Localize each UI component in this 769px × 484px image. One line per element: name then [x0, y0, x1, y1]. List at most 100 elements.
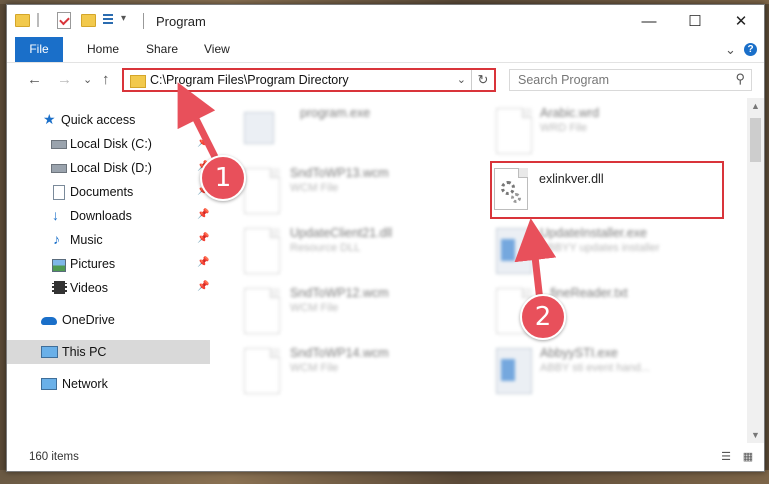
file-name: UpdateClient21.dll [290, 226, 393, 240]
nav-item-music[interactable]: ♪ Music 📌 [7, 228, 210, 252]
nav-item-label: Local Disk (D:) [70, 161, 152, 175]
minimize-button[interactable]: — [626, 5, 672, 37]
file-icon [244, 348, 280, 394]
search-placeholder: Search Program [518, 73, 610, 87]
status-bar: 160 items ☰ ▦ [7, 443, 764, 471]
scroll-up-icon[interactable]: ▲ [747, 98, 764, 114]
address-path[interactable]: C:\Program Files\Program Directory [150, 73, 349, 87]
folder-icon [15, 14, 30, 27]
help-icon[interactable]: ? [744, 43, 757, 56]
nav-item-local-disk-d[interactable]: Local Disk (D:) 📌 [7, 156, 210, 180]
title-separator [143, 13, 144, 29]
file-type: WRD File [540, 122, 588, 134]
tab-file[interactable]: File [15, 37, 63, 62]
nav-item-network[interactable]: Network [7, 372, 210, 396]
download-icon: ↓ [52, 207, 59, 223]
folder-icon [130, 75, 146, 88]
navigation-pane: ★ Quick access Local Disk (C:) 📌 Local D… [7, 98, 210, 443]
file-name: exlinkver.dll [539, 172, 604, 186]
pin-icon[interactable]: 📌 [197, 209, 209, 220]
drive-icon [51, 164, 67, 173]
details-view-icon[interactable]: ☰ [719, 451, 733, 463]
file-item[interactable]: SndToWP13.wcm WCM File [232, 162, 468, 218]
nav-item-downloads[interactable]: ↓ Downloads 📌 [7, 204, 210, 228]
file-item[interactable]: SndToWP12.wcm WCM File [232, 282, 468, 338]
installer-icon [496, 228, 532, 274]
exe-icon [496, 348, 532, 394]
vertical-scrollbar[interactable]: ▲ ▼ [747, 98, 764, 443]
refresh-button[interactable]: ↻ [471, 70, 494, 90]
scroll-thumb[interactable] [750, 118, 761, 162]
file-name: Arabic.wrd [540, 106, 600, 120]
tab-share[interactable]: Share [146, 37, 178, 62]
file-item[interactable]: ...fineReader.txt ...file [484, 282, 720, 338]
nav-item-this-pc[interactable]: This PC [7, 340, 210, 364]
window-title: Program [156, 14, 206, 29]
properties-icon[interactable] [57, 12, 71, 29]
pin-icon[interactable]: 📌 [197, 281, 209, 292]
step-badge-2: 2 [520, 294, 566, 340]
ribbon-tabs: File Home Share View ⌄ ? [7, 37, 764, 63]
nav-item-documents[interactable]: Documents 📌 [7, 180, 210, 204]
file-icon [244, 168, 280, 214]
pin-icon[interactable]: 📌 [197, 137, 209, 148]
title-bar: ▾ Program — ☐ ✕ [7, 5, 764, 37]
file-item[interactable]: SndToWP14.wcm WCM File [232, 342, 468, 398]
file-name: SndToWP14.wcm [290, 346, 389, 360]
file-item[interactable]: AbbyySTI.exe ABBY sti event hand... [484, 342, 720, 398]
file-type: Resource DLL [290, 242, 361, 254]
file-item[interactable]: UpdateInstaller.exe ABBYY updates instal… [484, 222, 720, 278]
file-list: program.exe Arabic.wrd WRD File SndToWP1… [210, 98, 747, 443]
address-bar[interactable]: C:\Program Files\Program Directory ⌄ ↻ [122, 68, 496, 92]
nav-item-pictures[interactable]: Pictures 📌 [7, 252, 210, 276]
nav-item-label: Music [70, 233, 103, 247]
nav-item-videos[interactable]: Videos 📌 [7, 276, 210, 300]
pin-icon[interactable]: 📌 [197, 233, 209, 244]
close-button[interactable]: ✕ [718, 5, 764, 37]
videos-icon [52, 281, 67, 294]
nav-item-local-disk-c[interactable]: Local Disk (C:) 📌 [7, 132, 210, 156]
address-dropdown-icon[interactable]: ⌄ [457, 73, 466, 86]
nav-item-label: Local Disk (C:) [70, 137, 152, 151]
file-name: AbbyySTI.exe [540, 346, 618, 360]
new-folder-icon[interactable] [81, 14, 96, 27]
back-button[interactable]: ← [27, 71, 42, 88]
file-icon [244, 288, 280, 334]
music-icon: ♪ [53, 231, 60, 247]
forward-button[interactable]: → [57, 71, 72, 88]
quick-access-dropdown-icon[interactable]: ▾ [121, 13, 135, 27]
nav-item-onedrive[interactable]: OneDrive [7, 308, 210, 332]
nav-item-label: Pictures [70, 257, 116, 271]
nav-item-label: This PC [62, 345, 107, 359]
documents-icon [53, 185, 65, 200]
search-icon[interactable]: ⚲ [735, 71, 745, 87]
file-icon [496, 108, 532, 154]
nav-item-quick-access[interactable]: ★ Quick access [7, 108, 210, 132]
large-icons-view-icon[interactable]: ▦ [741, 451, 755, 463]
nav-item-label: Network [62, 377, 108, 391]
pictures-icon [52, 259, 66, 272]
file-item[interactable]: UpdateClient21.dll Resource DLL [232, 222, 468, 278]
exe-icon [244, 112, 274, 144]
nav-item-label: Quick access [61, 113, 136, 127]
star-icon: ★ [43, 111, 56, 127]
customize-quick-access-icon[interactable] [103, 14, 117, 25]
maximize-button[interactable]: ☐ [672, 5, 718, 37]
file-item[interactable]: Arabic.wrd WRD File [484, 102, 720, 158]
nav-item-label: Documents [70, 185, 134, 199]
recent-locations-button[interactable]: ⌄ [83, 73, 92, 86]
expand-ribbon-icon[interactable]: ⌄ [725, 37, 736, 62]
search-input[interactable]: Search Program ⚲ [509, 69, 752, 91]
tab-view[interactable]: View [204, 37, 230, 62]
file-type: WCM File [290, 182, 339, 194]
up-button[interactable]: ↑ [102, 71, 110, 88]
file-name: program.exe [300, 106, 371, 120]
pin-icon[interactable]: 📌 [197, 257, 209, 268]
scroll-down-icon[interactable]: ▼ [747, 427, 764, 443]
tab-home[interactable]: Home [87, 37, 119, 62]
file-item-exlinkver-dll[interactable]: exlinkver.dll [492, 164, 728, 220]
network-icon [41, 378, 57, 390]
computer-icon [41, 346, 58, 358]
file-item[interactable]: program.exe [232, 102, 468, 158]
file-type: ABBY sti event hand... [540, 362, 650, 374]
